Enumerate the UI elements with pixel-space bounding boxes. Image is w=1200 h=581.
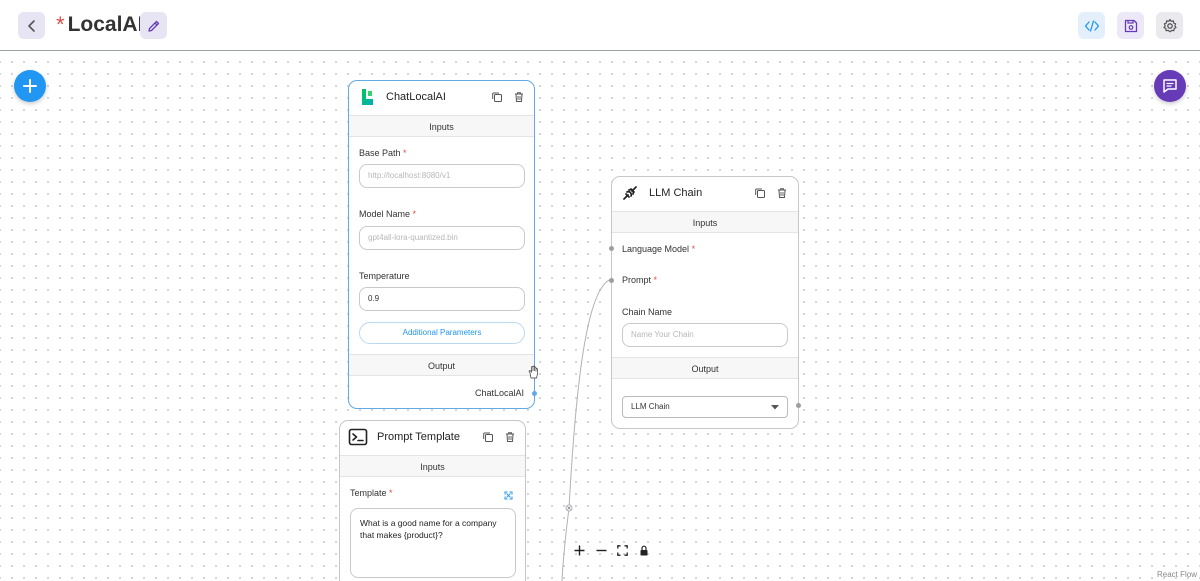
template-label-text: Template [350, 488, 387, 498]
zoom-out-button[interactable] [593, 541, 611, 559]
template-textarea[interactable]: What is a good name for a company that m… [350, 508, 516, 578]
base-path-input[interactable]: http://localhost:8080/v1 [359, 164, 525, 188]
required-marker: * [389, 488, 393, 498]
zoom-out-icon [596, 549, 607, 551]
language-model-label: Language Model * [622, 244, 695, 254]
inputs-section-header: Inputs [612, 211, 798, 233]
base-path-label: Base Path * [359, 148, 407, 158]
template-text: What is a good name for a company that m… [360, 518, 497, 540]
duplicate-node-icon[interactable] [482, 431, 494, 443]
chain-name-label: Chain Name [622, 307, 673, 317]
page-title: * LocalAI [56, 12, 143, 38]
save-button[interactable] [1117, 12, 1144, 39]
output-section-header: Output [349, 354, 534, 376]
delete-node-icon[interactable] [776, 187, 788, 199]
language-model-handle[interactable] [609, 246, 614, 251]
prompt-handle[interactable] [609, 278, 614, 283]
zoom-in-icon [574, 545, 585, 555]
duplicate-node-icon[interactable] [491, 91, 503, 103]
inputs-section-header: Inputs [340, 455, 525, 477]
node-prompt-template[interactable]: Prompt Template Inputs Template * What i… [339, 420, 526, 581]
node-title: ChatLocalAI [386, 91, 446, 103]
add-node-button[interactable] [14, 70, 46, 102]
output-section-header: Output [612, 357, 798, 379]
output-select[interactable]: LLM Chain [622, 396, 788, 418]
node-header: LLM Chain [612, 177, 798, 211]
required-marker: * [691, 244, 696, 254]
template-label: Template * [350, 488, 393, 498]
zoom-in-button[interactable] [571, 541, 589, 559]
chain-name-input[interactable]: Name Your Chain [622, 323, 788, 347]
api-code-button[interactable] [1078, 12, 1105, 39]
required-marker: * [653, 275, 658, 285]
model-name-input[interactable]: gpt4all-lora-quantized.bin [359, 226, 525, 250]
node-chatlocalai[interactable]: ChatLocalAI Inputs Base Path * http://lo… [348, 80, 537, 409]
fit-view-button[interactable] [614, 541, 632, 559]
code-icon [1084, 19, 1099, 32]
hand-cursor-icon [528, 365, 538, 379]
duplicate-node-icon[interactable] [754, 187, 766, 199]
node-title: Prompt Template [377, 431, 460, 443]
model-name-label: Model Name * [359, 209, 416, 219]
required-marker: * [412, 209, 417, 219]
react-flow-attribution[interactable]: React Flow [1157, 570, 1197, 579]
inputs-section-header: Inputs [349, 115, 534, 137]
top-bar: * LocalAI [0, 0, 1200, 51]
localai-logo-icon [362, 89, 373, 105]
settings-button[interactable] [1156, 12, 1183, 39]
flow-name: LocalAI [67, 13, 144, 36]
chevron-left-icon [27, 19, 35, 32]
base-path-label-text: Base Path [359, 148, 401, 158]
pencil-icon [147, 20, 159, 32]
prompt-label-text: Prompt [622, 275, 652, 285]
edit-title-button[interactable] [140, 12, 167, 39]
save-icon [1124, 19, 1137, 32]
node-llm-chain[interactable]: LLM Chain Inputs Language Model * Prompt… [609, 176, 801, 429]
required-marker: * [403, 148, 407, 158]
back-button[interactable] [18, 12, 45, 39]
lock-button[interactable] [636, 541, 654, 559]
node-header: Prompt Template [340, 421, 525, 455]
node-header: ChatLocalAI [349, 81, 534, 115]
chain-link-icon [623, 186, 637, 200]
zoom-controls [571, 540, 653, 560]
output-name: ChatLocalAI [474, 388, 524, 398]
delete-node-icon[interactable] [513, 91, 525, 103]
terminal-icon [348, 428, 368, 446]
output-handle[interactable] [796, 403, 801, 408]
unsaved-marker: * [56, 12, 65, 37]
temperature-input[interactable]: 0.9 [359, 287, 525, 311]
dropdown-arrow-icon [771, 405, 779, 410]
model-name-label-text: Model Name [359, 209, 411, 219]
output-select-value: LLM Chain [631, 402, 670, 411]
prompt-label: Prompt * [622, 275, 657, 285]
language-model-label-text: Language Model [622, 244, 690, 254]
node-title: LLM Chain [649, 187, 703, 199]
lock-icon [640, 545, 648, 555]
chat-button[interactable] [1154, 70, 1186, 102]
plus-icon [23, 79, 37, 93]
delete-node-icon[interactable] [504, 431, 516, 443]
additional-parameters-button[interactable]: Additional Parameters [359, 322, 525, 344]
output-handle[interactable] [532, 391, 537, 396]
chat-icon [1163, 79, 1177, 93]
fit-view-icon [617, 544, 629, 556]
expand-icon[interactable] [504, 491, 513, 500]
gear-icon [1162, 18, 1177, 32]
flow-canvas[interactable] [0, 52, 1200, 581]
temperature-label: Temperature [359, 271, 410, 281]
